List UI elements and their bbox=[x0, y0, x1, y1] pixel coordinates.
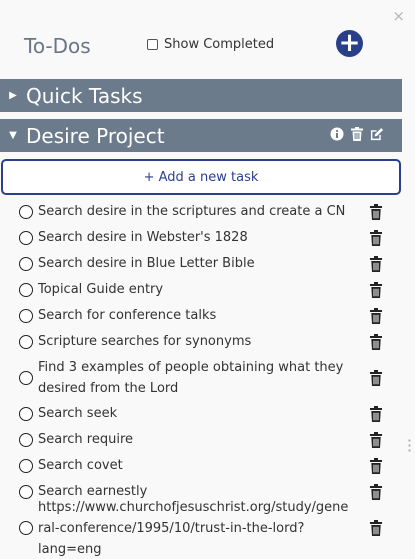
complete-task-radio[interactable] bbox=[19, 283, 33, 297]
app-title: To-Dos bbox=[24, 34, 91, 58]
complete-task-radio[interactable] bbox=[19, 521, 33, 535]
task-item: Search desire in Blue Letter Bible bbox=[0, 251, 402, 277]
task-item: Scripture searches for synonyms bbox=[0, 329, 402, 355]
delete-task-icon[interactable] bbox=[370, 432, 382, 448]
task-text[interactable]: Search for conference talks bbox=[38, 305, 216, 327]
task-text[interactable]: Scripture searches for synonyms bbox=[38, 331, 251, 353]
task-text[interactable]: Search covet bbox=[38, 455, 123, 477]
task-text[interactable]: Search desire in Blue Letter Bible bbox=[38, 253, 255, 275]
edit-icon[interactable] bbox=[370, 127, 384, 141]
header: To-Dos Show Completed + bbox=[0, 28, 415, 68]
resize-grip[interactable] bbox=[408, 438, 411, 452]
task-text[interactable]: https://www.churchofjesuschrist.org/stud… bbox=[38, 497, 352, 559]
task-list: Search desire in the scriptures and crea… bbox=[0, 199, 402, 557]
task-text[interactable]: Find 3 examples of people obtaining what… bbox=[38, 357, 352, 399]
complete-task-radio[interactable] bbox=[19, 257, 33, 271]
show-completed-toggle[interactable]: Show Completed bbox=[147, 37, 274, 52]
todos-panel: × To-Dos Show Completed + ▶ Quick Tasks … bbox=[0, 0, 415, 559]
add-task-button[interactable]: + Add a new task bbox=[1, 159, 401, 195]
complete-task-radio[interactable] bbox=[19, 407, 33, 421]
section-actions bbox=[330, 127, 384, 141]
delete-task-icon[interactable] bbox=[370, 256, 382, 272]
section-title: Quick Tasks bbox=[26, 83, 143, 108]
complete-task-radio[interactable] bbox=[19, 459, 33, 473]
delete-task-icon[interactable] bbox=[370, 370, 382, 386]
trash-icon[interactable] bbox=[350, 127, 364, 141]
delete-task-icon[interactable] bbox=[370, 458, 382, 474]
delete-task-icon[interactable] bbox=[370, 484, 382, 500]
task-item: Search require bbox=[0, 427, 402, 453]
delete-task-icon[interactable] bbox=[370, 406, 382, 422]
caret-right-icon: ▶ bbox=[9, 90, 17, 101]
delete-task-icon[interactable] bbox=[370, 334, 382, 350]
close-icon[interactable]: × bbox=[392, 9, 405, 24]
task-item: Search desire in Webster's 1828 bbox=[0, 225, 402, 251]
caret-down-icon: ▼ bbox=[9, 130, 17, 141]
delete-task-icon[interactable] bbox=[370, 520, 382, 536]
task-item: Find 3 examples of people obtaining what… bbox=[0, 355, 402, 401]
delete-task-icon[interactable] bbox=[370, 308, 382, 324]
task-text[interactable]: Search require bbox=[38, 429, 133, 451]
delete-task-icon[interactable] bbox=[370, 204, 382, 220]
complete-task-radio[interactable] bbox=[19, 309, 33, 323]
task-text[interactable]: Search desire in Webster's 1828 bbox=[38, 227, 248, 249]
info-icon[interactable] bbox=[330, 127, 344, 141]
complete-task-radio[interactable] bbox=[19, 371, 33, 385]
task-text[interactable]: Search seek bbox=[38, 403, 117, 425]
plus-icon: + bbox=[338, 27, 361, 58]
task-item: Search covet bbox=[0, 453, 402, 479]
add-section-button[interactable]: + bbox=[336, 30, 363, 57]
task-text[interactable]: Search desire in the scriptures and crea… bbox=[38, 201, 345, 223]
section-header-quick-tasks[interactable]: ▶ Quick Tasks bbox=[0, 79, 402, 112]
task-item: Search desire in the scriptures and crea… bbox=[0, 199, 402, 225]
task-item: Topical Guide entry bbox=[0, 277, 402, 303]
task-item: Search seek bbox=[0, 401, 402, 427]
complete-task-radio[interactable] bbox=[19, 335, 33, 349]
delete-task-icon[interactable] bbox=[370, 230, 382, 246]
show-completed-label: Show Completed bbox=[164, 37, 275, 52]
section-title: Desire Project bbox=[26, 123, 165, 148]
task-text[interactable]: Topical Guide entry bbox=[38, 279, 163, 301]
task-item: Search for conference talks bbox=[0, 303, 402, 329]
complete-task-radio[interactable] bbox=[19, 433, 33, 447]
delete-task-icon[interactable] bbox=[370, 282, 382, 298]
show-completed-checkbox[interactable] bbox=[147, 39, 158, 50]
section-header-desire-project[interactable]: ▼ Desire Project bbox=[0, 119, 402, 152]
complete-task-radio[interactable] bbox=[19, 205, 33, 219]
task-item: https://www.churchofjesuschrist.org/stud… bbox=[0, 500, 402, 557]
complete-task-radio[interactable] bbox=[19, 485, 33, 499]
complete-task-radio[interactable] bbox=[19, 231, 33, 245]
